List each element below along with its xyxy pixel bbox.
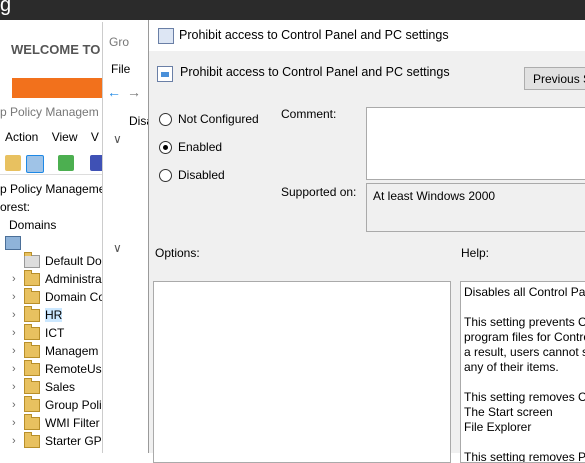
back-arrow-icon[interactable]: ← (107, 84, 121, 100)
gpmc-window: p Policy Managem Action View V p Policy … (0, 100, 110, 453)
tree-item-starter-gpos[interactable]: › Starter GPC (12, 431, 110, 450)
menu-action[interactable]: Action (5, 130, 38, 144)
radio-not-configured[interactable]: Not Configured (159, 112, 259, 126)
gpme-menu-file[interactable]: File (111, 62, 130, 76)
supported-on-value: At least Windows 2000 (373, 189, 496, 203)
tree-item-group-policy-objects[interactable]: › Group Poli (12, 395, 102, 414)
gpmc-menubar: Action View V (5, 130, 109, 144)
tree-item-default-domain-policy[interactable]: Default Do (12, 251, 102, 270)
tree-item-sales[interactable]: › Sales (12, 377, 75, 396)
chevron-down-icon-2[interactable]: ∨ (113, 241, 122, 255)
refresh-icon[interactable] (58, 155, 74, 171)
help-line: any of their items. (464, 360, 559, 374)
policy-setting-icon (157, 66, 173, 82)
radio-not-configured-circle[interactable] (159, 112, 172, 126)
radio-enabled-circle[interactable] (159, 140, 172, 154)
policy-icon (158, 28, 174, 44)
tree-item-management[interactable]: › Managem (12, 341, 98, 360)
help-line: This setting removes P (464, 450, 585, 463)
up-folder-icon[interactable] (5, 155, 21, 171)
help-panel[interactable]: Disables all Control Pan This setting pr… (460, 281, 585, 463)
chevron-down-icon[interactable]: ∨ (113, 132, 122, 146)
tree-item-ict[interactable]: › ICT (12, 323, 64, 342)
previous-setting-button[interactable]: Previous S (524, 67, 585, 90)
help-line: The Start screen (464, 405, 553, 419)
tree-item-remoteusers[interactable]: › RemoteUs (12, 359, 102, 378)
radio-disabled[interactable]: Disabled (159, 168, 225, 182)
tree-forest[interactable]: orest: (0, 198, 30, 216)
tree-root[interactable]: p Policy Manageme (0, 180, 105, 198)
radio-enabled[interactable]: Enabled (159, 140, 222, 154)
tree-item-wmi-filters[interactable]: › WMI Filter (12, 413, 100, 432)
options-panel[interactable] (153, 281, 451, 463)
policy-name: Prohibit access to Control Panel and PC … (180, 65, 450, 79)
radio-disabled-label[interactable]: Disabled (178, 168, 225, 182)
tree-item-administrators[interactable]: › Administra (12, 269, 102, 288)
domain-icon[interactable] (5, 234, 21, 252)
gpmc-toolbar (0, 152, 110, 175)
help-line: a result, users cannot st (464, 345, 585, 359)
server-manager-titlebar: g (0, 0, 585, 20)
gpmc-title: p Policy Managem (0, 105, 99, 119)
welcome-heading: WELCOME TO (11, 42, 101, 57)
menu-window[interactable]: V (91, 130, 99, 144)
help-line: File Explorer (464, 420, 532, 434)
tree-item-domain-controllers[interactable]: › Domain Co (12, 287, 105, 306)
help-label: Help: (461, 246, 490, 260)
options-label: Options: (155, 246, 200, 260)
server-manager-title: g (0, 0, 12, 16)
gpme-nav: ← → (107, 84, 141, 100)
comment-label: Comment: (281, 107, 337, 121)
forward-arrow-icon[interactable]: → (127, 84, 141, 100)
policy-dialog: Prohibit access to Control Panel and PC … (148, 20, 585, 463)
comment-textarea[interactable] (366, 107, 585, 180)
help-line: program files for Contro (464, 330, 585, 344)
radio-disabled-circle[interactable] (159, 168, 172, 182)
tree-item-hr[interactable]: › HR (12, 305, 63, 324)
show-tree-icon[interactable] (26, 155, 44, 173)
dialog-title: Prohibit access to Control Panel and PC … (179, 28, 449, 42)
dialog-titlebar: Prohibit access to Control Panel and PC … (149, 20, 585, 51)
supported-on-label: Supported on: (281, 185, 357, 199)
tree-domains[interactable]: Domains (9, 216, 56, 234)
supported-on-field: At least Windows 2000 (366, 183, 585, 232)
quick-start-banner[interactable] (12, 78, 107, 98)
radio-not-configured-label[interactable]: Not Configured (178, 112, 259, 126)
radio-enabled-label[interactable]: Enabled (178, 140, 222, 154)
help-line: This setting removes Co (464, 390, 585, 404)
help-line: Disables all Control Pan (464, 285, 585, 299)
menu-view[interactable]: View (52, 130, 78, 144)
help-line: This setting prevents Co (464, 315, 585, 329)
gpme-title: Gro (109, 35, 130, 49)
